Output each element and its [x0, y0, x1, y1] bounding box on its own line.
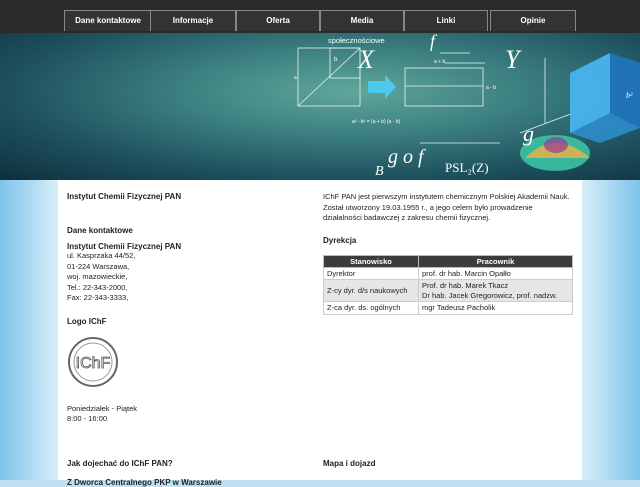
- table-cell-role: Dyrektor: [323, 266, 419, 280]
- contact-heading: Dane kontaktowe: [67, 226, 133, 235]
- label-a: a: [294, 75, 297, 81]
- hours-time: 8:00 - 16:00: [67, 414, 108, 423]
- symbol-b: B: [375, 164, 384, 179]
- symbol-g: g: [523, 121, 534, 146]
- symbol-x: X: [357, 45, 375, 74]
- intro-paragraph: IChF PAN jest pierwszym instytutem chemi…: [323, 192, 570, 222]
- logo-text: IChF: [76, 355, 111, 372]
- left-column: Instytut Chemii Fizycznej PAN Dane konta…: [67, 192, 297, 487]
- table-row: Z-ca dyr. ds. ogólnych mgr Tadeusz Pacho…: [323, 301, 573, 315]
- symbol-y: Y: [505, 45, 522, 74]
- directions-text: Z Dworca Centralnego PKP w Warszawie: [67, 477, 222, 487]
- formula-difference-squares: a² - b² = (a + b) (a - b): [352, 119, 401, 125]
- label-a-plus-b: a + b: [434, 59, 445, 65]
- phone-number: Tel.: 22-343-2000,: [67, 282, 128, 292]
- table-cell-role: Z-cy dyr. d/s naukowych: [323, 279, 419, 302]
- header-banner: społecznościowe X Y f g B g o f PSL₂(Z) …: [0, 33, 640, 180]
- org-name: Instytut Chemii Fizycznej PAN: [67, 242, 182, 251]
- left-side-gradient: [0, 180, 58, 480]
- table-header-person: Pracownik: [418, 254, 573, 268]
- math-illustration: społecznościowe X Y f g B g o f PSL₂(Z) …: [294, 33, 640, 179]
- map-heading: Mapa i dojazd: [323, 458, 376, 468]
- nav-media[interactable]: Media: [320, 10, 404, 31]
- nav-linki[interactable]: Linki: [404, 10, 488, 31]
- address-line-2: 01-224 Warszawa,: [67, 261, 130, 271]
- top-navigation: Dane kontaktowe Informacje Oferta Media …: [0, 0, 640, 34]
- table-cell-person: mgr Tadeusz Pacholik: [418, 301, 573, 315]
- nav-opinie[interactable]: Opinie: [490, 10, 576, 31]
- nav-oferta[interactable]: Oferta: [236, 10, 320, 31]
- formula-psl: PSL₂(Z): [445, 160, 489, 175]
- table-row: Dyrektor prof. dr hab. Marcin Opałło: [323, 266, 573, 280]
- address-line-3: woj. mazowieckie,: [67, 272, 128, 281]
- table-cell-role: Z-ca dyr. ds. ogólnych: [323, 301, 419, 315]
- label-b: b: [334, 57, 338, 63]
- banner-sub-label: społecznościowe: [328, 36, 385, 45]
- address-line-1: ul. Kasprzaka 44/52,: [67, 251, 136, 260]
- ichf-logo: IChF: [67, 336, 119, 388]
- institute-title: Instytut Chemii Fizycznej PAN: [67, 192, 182, 201]
- nav-informacje[interactable]: Informacje: [150, 10, 236, 31]
- hours-days: Poniedziałek - Piątek: [67, 403, 138, 413]
- table-cell-person: Prof. dr hab. Marek Tkacz Dr hab. Jacek G…: [418, 279, 573, 302]
- table-header-role: Stanowisko: [323, 254, 419, 268]
- table-row: Z-cy dyr. d/s naukowych Prof. dr hab. Ma…: [323, 279, 573, 302]
- nav-dane-kontaktowe[interactable]: Dane kontaktowe: [64, 10, 152, 31]
- table-cell-person: prof. dr hab. Marcin Opałło: [418, 266, 573, 280]
- directions-heading: Jak dojechać do IChF PAN?: [67, 458, 173, 468]
- formula-gof: g o f: [388, 146, 426, 168]
- right-side-gradient: [582, 180, 640, 480]
- logo-heading: Logo IChF: [67, 316, 107, 326]
- label-a-minus-b: a - b: [486, 85, 496, 91]
- symbol-f: f: [430, 33, 438, 51]
- board-heading: Dyrekcja: [323, 235, 357, 245]
- board-table: Stanowisko Pracownik Dyrektor prof. dr h…: [323, 254, 573, 315]
- main-content: Instytut Chemii Fizycznej PAN Dane konta…: [58, 180, 582, 487]
- right-column: IChF PAN jest pierwszym instytutem chemi…: [323, 192, 573, 468]
- label-b-squared: b²: [626, 91, 633, 100]
- fax-number: Fax: 22-343-3333,: [67, 293, 129, 302]
